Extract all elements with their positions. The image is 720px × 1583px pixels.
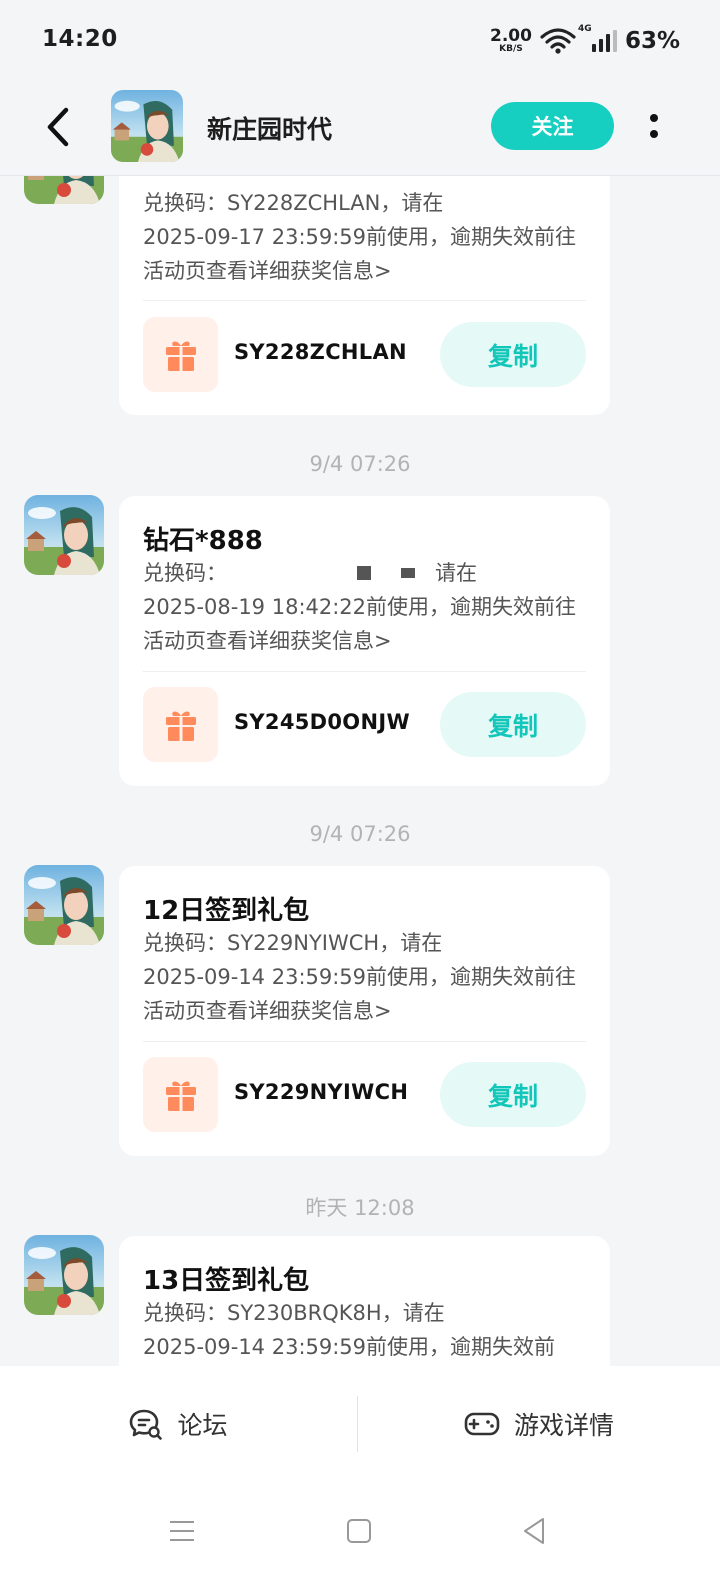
wifi-icon — [540, 28, 576, 54]
status-indicators: 2.00 KB/S 4G 63% — [490, 24, 680, 56]
message-timestamp: 9/4 07:26 — [309, 452, 411, 476]
copy-button[interactable]: 复制 — [440, 1062, 586, 1127]
divider — [143, 300, 586, 301]
redaction-mark — [401, 568, 415, 578]
message-avatar — [24, 1235, 104, 1315]
network-speed: 2.00 KB/S — [490, 28, 532, 54]
tab-game-details[interactable]: 游戏详情 — [358, 1366, 720, 1481]
redaction-mark — [357, 566, 371, 580]
copy-button[interactable]: 复制 — [440, 692, 586, 757]
gift-message-card: 兑换码：SY228ZCHLAN，请在 2025-09-17 23:59:59前使… — [119, 176, 610, 415]
divider — [143, 1041, 586, 1042]
redeem-code: SY229NYIWCH — [234, 1080, 409, 1104]
message-body: 兑换码： 请在 2025-08-19 18:42:22前使用，逾期失效前往活动页… — [143, 556, 593, 658]
page-title: 新庄园时代 — [207, 115, 333, 144]
message-body: 兑换码：SY230BRQK8H，请在 2025-09-14 23:59:59前使… — [143, 1296, 593, 1364]
message-avatar — [24, 495, 104, 575]
more-options-icon[interactable] — [645, 110, 663, 146]
gift-message-card: 13日签到礼包 兑换码：SY230BRQK8H，请在 2025-09-14 23… — [119, 1236, 610, 1366]
tab-forum[interactable]: 论坛 — [0, 1366, 357, 1481]
redeem-code-line: 兑换码：SY230BRQK8H，请在 — [143, 1301, 445, 1325]
menu-icon[interactable] — [162, 1511, 202, 1551]
message-desc[interactable]: 2025-09-14 23:59:59前使用，逾期失效前 — [143, 1330, 593, 1364]
bottom-tab-bar: 论坛 游戏详情 — [0, 1366, 720, 1481]
redeem-code-label-tail: 请在 — [435, 561, 477, 585]
tab-forum-label: 论坛 — [177, 1410, 228, 1440]
message-feed[interactable]: 兑换码：SY228ZCHLAN，请在 2025-09-17 23:59:59前使… — [0, 176, 720, 1366]
message-body: 兑换码：SY229NYIWCH，请在 2025-09-14 23:59:59前使… — [143, 926, 593, 1028]
message-title: 钻石*888 — [143, 526, 263, 556]
forum-icon — [130, 1409, 163, 1440]
message-title: 12日签到礼包 — [143, 896, 310, 926]
chat-header: 新庄园时代 关注 — [0, 80, 720, 176]
redeem-code-line: 兑换码：SY229NYIWCH，请在 — [143, 931, 443, 955]
system-nav-bar — [0, 1481, 720, 1583]
redeem-code: SY228ZCHLAN — [234, 340, 407, 364]
back-arrow-icon[interactable] — [40, 104, 80, 150]
gift-box-icon — [143, 317, 218, 392]
status-bar: 14:20 2.00 KB/S 4G 63% — [0, 0, 720, 80]
message-avatar — [24, 176, 104, 204]
network-speed-unit: KB/S — [499, 44, 523, 54]
message-body: 兑换码：SY228ZCHLAN，请在 2025-09-17 23:59:59前使… — [143, 186, 593, 288]
message-desc[interactable]: 2025-08-19 18:42:22前使用，逾期失效前往活动页查看详细获奖信息… — [143, 590, 593, 658]
message-avatar — [24, 865, 104, 945]
network-speed-value: 2.00 — [489, 26, 532, 46]
gift-message-card: 钻石*888 兑换码： 请在 2025-08-19 18:42:22前使用，逾期… — [119, 496, 610, 786]
redeem-code: SY245D0ONJW — [234, 710, 410, 734]
message-timestamp: 昨天 12:08 — [305, 1196, 415, 1220]
message-desc[interactable]: 2025-09-14 23:59:59前使用，逾期失效前往活动页查看详细获奖信息… — [143, 960, 593, 1028]
divider — [143, 671, 586, 672]
gift-box-icon — [143, 1057, 218, 1132]
copy-button[interactable]: 复制 — [440, 322, 586, 387]
back-triangle-icon[interactable] — [515, 1511, 555, 1551]
gamepad-icon — [464, 1412, 500, 1435]
redeem-code-line: 兑换码：SY228ZCHLAN，请在 — [143, 191, 444, 215]
game-avatar[interactable] — [111, 90, 183, 162]
redeem-code-label: 兑换码： — [143, 561, 227, 585]
message-title: 13日签到礼包 — [143, 1266, 310, 1296]
status-time: 14:20 — [42, 26, 118, 52]
gift-box-icon — [143, 687, 218, 762]
message-desc[interactable]: 2025-09-17 23:59:59前使用，逾期失效前往活动页查看详细获奖信息… — [143, 220, 593, 288]
message-timestamp: 9/4 07:26 — [309, 822, 411, 846]
gift-message-card: 12日签到礼包 兑换码：SY229NYIWCH，请在 2025-09-14 23… — [119, 866, 610, 1156]
home-icon[interactable] — [339, 1511, 379, 1551]
follow-button[interactable]: 关注 — [491, 102, 614, 150]
cellular-signal-icon: 4G — [578, 24, 617, 52]
battery-level: 63% — [624, 28, 680, 54]
network-type: 4G — [577, 24, 592, 34]
tab-game-details-label: 游戏详情 — [513, 1410, 614, 1440]
